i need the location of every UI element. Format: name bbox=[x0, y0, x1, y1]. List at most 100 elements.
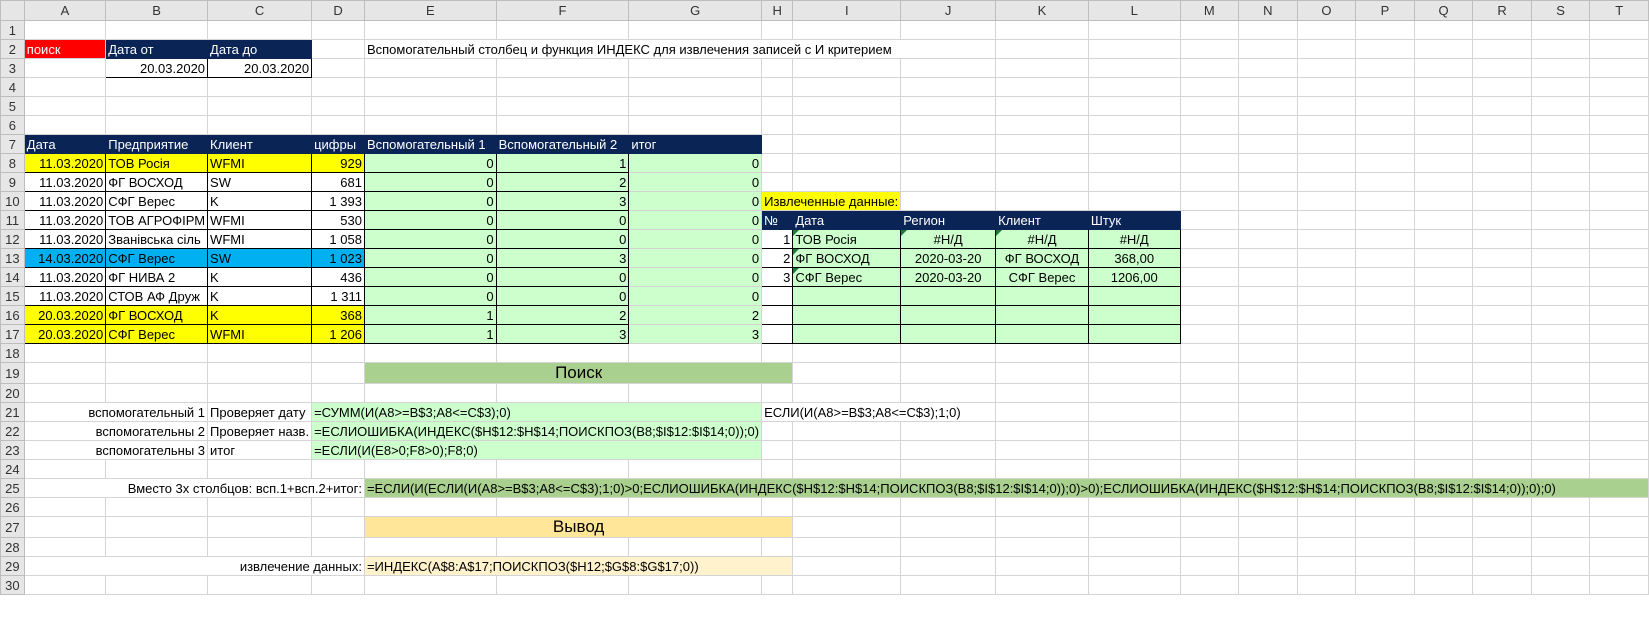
extracted-header[interactable]: Регион bbox=[900, 210, 997, 230]
cell[interactable] bbox=[1472, 402, 1532, 422]
cell[interactable] bbox=[1530, 248, 1591, 268]
total-cell[interactable]: 0 bbox=[628, 267, 763, 287]
cell[interactable] bbox=[1296, 39, 1357, 59]
table-header[interactable]: цифры bbox=[311, 134, 365, 154]
cell[interactable] bbox=[628, 20, 763, 40]
cell[interactable] bbox=[1472, 324, 1532, 344]
cell[interactable] bbox=[1296, 305, 1357, 325]
cell[interactable] bbox=[1472, 96, 1532, 116]
client-cell[interactable]: K bbox=[207, 267, 313, 287]
cell[interactable] bbox=[1296, 516, 1357, 538]
cell[interactable] bbox=[1413, 537, 1474, 557]
cell[interactable] bbox=[207, 575, 313, 595]
cell[interactable] bbox=[1355, 248, 1415, 268]
cell[interactable] bbox=[792, 20, 902, 40]
cell[interactable] bbox=[1413, 497, 1474, 517]
aux-label[interactable]: вспомогательны 3 bbox=[23, 440, 209, 460]
aux1-cell[interactable]: 1 bbox=[363, 324, 497, 344]
aux1-cell[interactable]: 0 bbox=[363, 172, 497, 192]
extracted-index[interactable] bbox=[761, 305, 794, 325]
row-header[interactable]: 14 bbox=[0, 267, 25, 287]
cell[interactable] bbox=[1179, 267, 1240, 287]
date-cell[interactable]: 11.03.2020 bbox=[23, 286, 107, 306]
cell[interactable] bbox=[1296, 229, 1357, 249]
number-cell[interactable]: 1 023 bbox=[311, 248, 365, 268]
cell[interactable] bbox=[1087, 440, 1181, 460]
cell[interactable] bbox=[1413, 210, 1474, 230]
cell[interactable] bbox=[1355, 172, 1415, 192]
client-cell[interactable]: SW bbox=[207, 172, 313, 192]
cell[interactable] bbox=[628, 575, 763, 595]
cell[interactable] bbox=[1296, 172, 1357, 192]
aux1-cell[interactable]: 0 bbox=[363, 191, 497, 211]
cell[interactable] bbox=[1238, 516, 1298, 538]
cell[interactable] bbox=[1179, 229, 1240, 249]
cell[interactable] bbox=[1589, 343, 1649, 363]
cell[interactable] bbox=[761, 115, 794, 135]
cell[interactable] bbox=[1589, 421, 1649, 441]
cell[interactable] bbox=[900, 172, 997, 192]
combined-formula[interactable]: =ЕСЛИ(И(ЕСЛИ(И(A8>=B$3;A8<=C$3);1;0)>0;Е… bbox=[363, 478, 1649, 498]
table-header[interactable]: Клиент bbox=[207, 134, 313, 154]
cell[interactable] bbox=[105, 96, 209, 116]
cell[interactable] bbox=[363, 537, 497, 557]
cell[interactable] bbox=[1238, 134, 1298, 154]
cell[interactable] bbox=[1179, 421, 1240, 441]
extracted-header[interactable]: Штук bbox=[1087, 210, 1181, 230]
extracted-cell[interactable] bbox=[900, 286, 997, 306]
extracted-cell[interactable] bbox=[1087, 324, 1181, 344]
cell[interactable] bbox=[1530, 210, 1591, 230]
company-cell[interactable]: СФГ Верес bbox=[105, 248, 209, 268]
cell[interactable] bbox=[207, 77, 313, 97]
extracted-cell[interactable]: СФГ Верес bbox=[995, 267, 1089, 287]
cell[interactable] bbox=[1087, 172, 1181, 192]
cell[interactable] bbox=[1179, 172, 1240, 192]
cell[interactable] bbox=[1179, 575, 1240, 595]
cell[interactable] bbox=[1589, 153, 1649, 173]
row-header[interactable]: 29 bbox=[0, 556, 25, 576]
search-label-cell[interactable]: поиск bbox=[23, 39, 107, 59]
cell[interactable] bbox=[761, 459, 794, 479]
cell[interactable] bbox=[792, 459, 902, 479]
cell[interactable] bbox=[311, 115, 365, 135]
date-to-input[interactable]: 20.03.2020 bbox=[207, 58, 313, 78]
cell[interactable] bbox=[1179, 305, 1240, 325]
number-cell[interactable]: 530 bbox=[311, 210, 365, 230]
cell[interactable] bbox=[1589, 556, 1649, 576]
cell[interactable] bbox=[1472, 153, 1532, 173]
company-cell[interactable]: ТОВ Росія bbox=[105, 153, 209, 173]
cell[interactable] bbox=[995, 497, 1089, 517]
date-cell[interactable]: 11.03.2020 bbox=[23, 229, 107, 249]
column-header[interactable]: H bbox=[761, 0, 794, 21]
cell[interactable] bbox=[1413, 286, 1474, 306]
cell[interactable] bbox=[1179, 402, 1240, 422]
aux1-cell[interactable]: 0 bbox=[363, 210, 497, 230]
cell[interactable] bbox=[995, 421, 1089, 441]
cell[interactable] bbox=[1530, 96, 1591, 116]
cell[interactable] bbox=[495, 58, 630, 78]
cell[interactable] bbox=[1472, 383, 1532, 403]
aux1-cell[interactable]: 0 bbox=[363, 267, 497, 287]
company-cell[interactable]: СТОВ АФ Друж bbox=[105, 286, 209, 306]
cell[interactable] bbox=[495, 343, 630, 363]
total-cell[interactable]: 0 bbox=[628, 172, 763, 192]
cell[interactable] bbox=[792, 58, 902, 78]
cell[interactable] bbox=[761, 537, 794, 557]
cell[interactable] bbox=[207, 383, 313, 403]
cell[interactable] bbox=[311, 58, 365, 78]
cell[interactable] bbox=[311, 459, 365, 479]
cell[interactable] bbox=[363, 77, 497, 97]
extracted-index[interactable] bbox=[761, 286, 794, 306]
cell[interactable] bbox=[105, 575, 209, 595]
cell[interactable] bbox=[1413, 383, 1474, 403]
extracted-cell[interactable] bbox=[792, 324, 902, 344]
cell[interactable] bbox=[23, 516, 107, 538]
cell[interactable] bbox=[1087, 556, 1181, 576]
cell[interactable] bbox=[1179, 58, 1240, 78]
cell[interactable] bbox=[311, 362, 365, 384]
cell[interactable] bbox=[1296, 362, 1357, 384]
extracted-index[interactable]: 2 bbox=[761, 248, 794, 268]
cell[interactable] bbox=[900, 516, 997, 538]
cell[interactable] bbox=[23, 58, 107, 78]
cell[interactable] bbox=[1238, 343, 1298, 363]
